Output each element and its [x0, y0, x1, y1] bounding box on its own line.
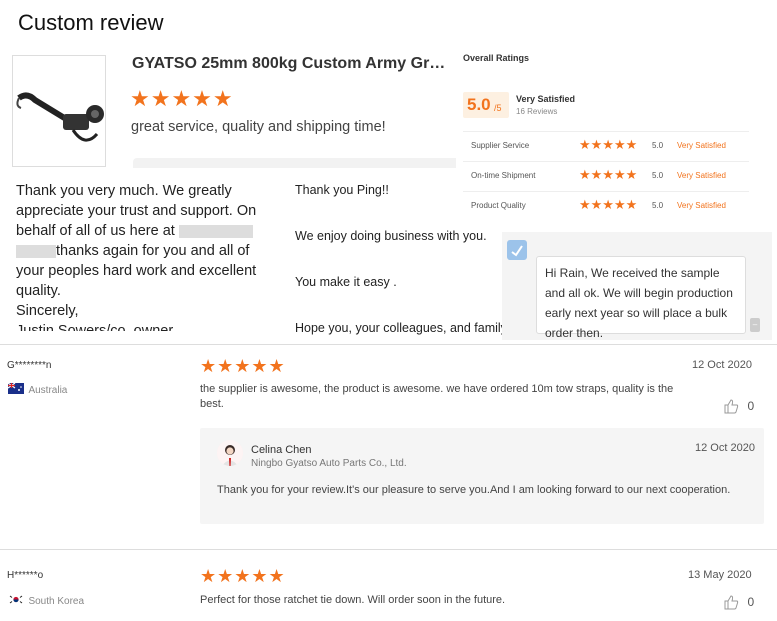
letter-line: your peoples hard work and excellent — [16, 263, 257, 279]
rating-row-label: Very Satisfied — [677, 171, 726, 180]
chat-message: Hope you, your colleagues, and family — [295, 321, 505, 335]
rating-row-stars: ★★★★★ — [579, 137, 638, 152]
score-value: 5.0 — [467, 95, 491, 114]
reviewer-name: G********n — [7, 360, 52, 371]
reviewer-name: H******o — [7, 570, 44, 581]
product-rating-stars: ★★★★★ — [130, 86, 234, 111]
reply-author: Celina Chen — [251, 444, 312, 456]
score-unit: /5 — [494, 103, 502, 113]
section-divider — [0, 344, 777, 345]
reviewer-country: Australia — [8, 380, 67, 398]
letter-line: appreciate your trust and support. On — [16, 203, 257, 219]
chat-messages: Thank you Ping!! We enjoy doing business… — [295, 181, 505, 341]
product-thumbnail[interactable] — [12, 55, 106, 167]
like-button[interactable]: 0 — [723, 593, 754, 611]
rating-row-name: Supplier Service — [471, 141, 530, 150]
supplier-avatar — [217, 440, 243, 466]
person-avatar-icon — [217, 440, 243, 466]
chat-message: Thank you Ping!! — [295, 183, 389, 197]
reply-date: 12 Oct 2020 — [695, 442, 755, 454]
review-text: the supplier is awesome, the product is … — [200, 383, 674, 410]
chat-bubble: Hi Rain, We received the sample and all … — [536, 256, 746, 340]
rating-row-product-quality: Product Quality ★★★★★ 5.0 Very Satisfied — [463, 191, 749, 220]
rating-row-supplier-service: Supplier Service ★★★★★ 5.0 Very Satisfie… — [463, 131, 749, 160]
letter-line: thanks again for you and all of — [56, 243, 250, 259]
chat-message: You make it easy . — [295, 275, 397, 289]
like-button[interactable]: 0 — [723, 397, 754, 415]
country-name: Australia — [28, 385, 68, 396]
score-label: Very Satisfied — [516, 94, 576, 104]
country-name: South Korea — [28, 596, 85, 607]
user-icon — [507, 240, 527, 260]
rating-row-name: On-time Shipment — [471, 171, 536, 180]
rating-row-label: Very Satisfied — [677, 201, 726, 210]
south-korea-flag-icon — [8, 594, 24, 606]
ratchet-strap-image — [16, 92, 104, 142]
reply-text: Thank you for your review.It's our pleas… — [217, 484, 731, 496]
review-stars: ★★★★★ — [200, 356, 286, 376]
page-title: Custom review — [18, 10, 164, 35]
rating-row-stars: ★★★★★ — [579, 167, 638, 182]
like-count: 0 — [747, 399, 755, 413]
australia-flag-icon — [8, 383, 24, 395]
review-text: Perfect for those ratchet tie down. Will… — [200, 594, 506, 606]
card-divider — [133, 158, 468, 168]
like-count: 0 — [747, 595, 755, 609]
overall-ratings-title: Overall Ratings — [463, 53, 530, 63]
sender-avatar — [507, 240, 527, 260]
scroll-handle[interactable]: – — [750, 318, 760, 332]
chat-message: We enjoy doing business with you. — [295, 229, 487, 243]
rating-row-label: Very Satisfied — [677, 141, 726, 150]
letter-line: quality. — [16, 283, 61, 299]
rating-row-value: 5.0 — [652, 201, 664, 210]
rating-row-stars: ★★★★★ — [579, 197, 638, 212]
letter-line: behalf of all of us here at — [16, 223, 175, 239]
supplier-reply — [200, 428, 764, 524]
review-stars: ★★★★★ — [200, 566, 286, 586]
redacted-name — [178, 224, 253, 238]
thumbs-up-icon — [724, 595, 739, 610]
thumbs-up-icon — [724, 399, 739, 414]
chat-bubble-text: Hi Rain, We received the sample and all … — [545, 266, 733, 340]
rating-row-on-time-shipment: On-time Shipment ★★★★★ 5.0 Very Satisfie… — [463, 161, 749, 190]
product-review-text: great service, quality and shipping time… — [131, 119, 386, 135]
letter-line: Sincerely, — [16, 303, 79, 319]
reviewer-country: South Korea — [8, 591, 84, 609]
letter-signature: Justin Sowers/co_owner — [16, 323, 174, 331]
rating-row-value: 5.0 — [652, 141, 664, 150]
letter-line: Thank you very much. We greatly — [16, 183, 232, 199]
review-date: 13 May 2020 — [688, 569, 752, 581]
rating-row-value: 5.0 — [652, 171, 664, 180]
customer-letter: Thank you very much. We greatly apprecia… — [16, 181, 274, 331]
section-divider — [0, 549, 777, 550]
redacted-name — [16, 244, 56, 258]
product-name[interactable]: GYATSO 25mm 800kg Custom Army Green Str.… — [132, 55, 452, 73]
reply-company[interactable]: Ningbo Gyatso Auto Parts Co., Ltd. — [251, 458, 407, 469]
review-count[interactable]: 16 Reviews — [516, 107, 557, 116]
review-date: 12 Oct 2020 — [692, 359, 752, 371]
